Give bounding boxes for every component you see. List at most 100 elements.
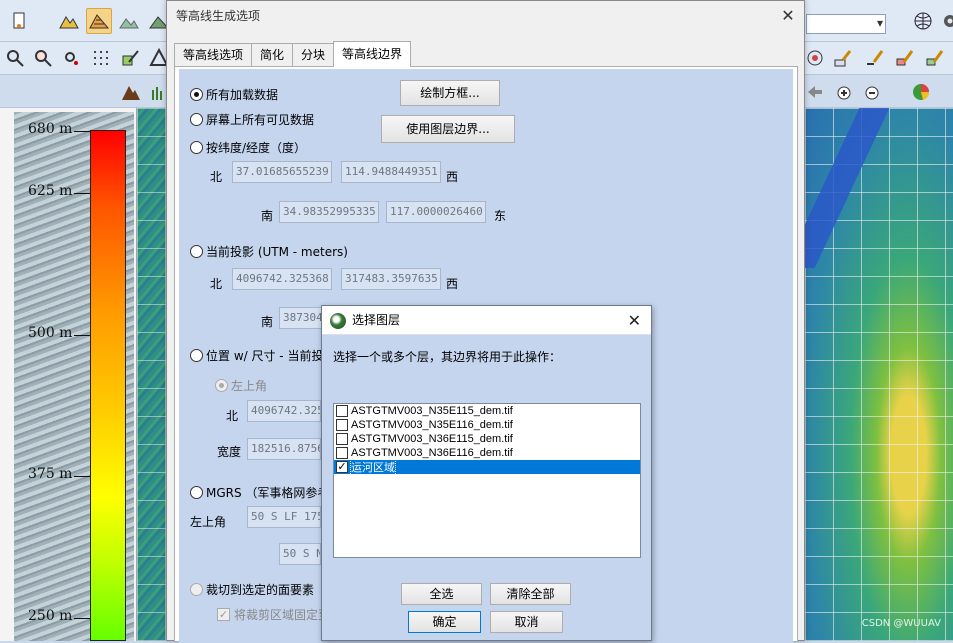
tab-bar: 等高线选项 简化 分块 等高线边界 — [174, 41, 412, 67]
layer-list[interactable]: ASTGTMV003_N35E115_dem.tif ASTGTMV003_N35… — [333, 403, 641, 558]
tab-tiling[interactable]: 分块 — [292, 43, 335, 67]
north-lat-field[interactable]: 37.01685655239 — [232, 161, 332, 183]
west-label: 西 — [446, 170, 459, 184]
east-label: 东 — [494, 209, 507, 223]
clear-all-button[interactable]: 清除全部 — [490, 583, 571, 605]
radio-button[interactable] — [190, 486, 203, 499]
contour-generate-icon[interactable] — [86, 8, 112, 34]
ok-button[interactable]: 确定 — [408, 611, 481, 633]
grid-dots-icon[interactable] — [88, 45, 114, 71]
search-map-icon[interactable] — [30, 45, 56, 71]
radio-button[interactable] — [190, 113, 203, 126]
south-lat-field[interactable]: 34.98352995335 — [279, 201, 379, 223]
option-crop-fixed[interactable]: ✓ 将裁剪区域固定至 — [217, 606, 330, 623]
draw-shape-icon[interactable] — [922, 45, 948, 71]
option-label: 裁切到选定的面要素 — [206, 583, 315, 597]
south-label: 南 — [261, 315, 274, 329]
radio-button[interactable] — [190, 349, 203, 362]
option-all-loaded[interactable]: 所有加载数据 — [190, 86, 278, 103]
instruction-text: 选择一个或多个层，其边界将用于此操作： — [333, 350, 562, 364]
close-icon[interactable]: ✕ — [778, 7, 798, 27]
globe-icon[interactable] — [910, 8, 936, 34]
device-icon[interactable] — [6, 8, 32, 34]
layer-name: ASTGTMV003_N35E115_dem.tif — [351, 405, 513, 417]
tab-simplify[interactable]: 简化 — [251, 43, 294, 67]
zoom-out-map-icon[interactable] — [858, 79, 884, 105]
layer-checkbox[interactable] — [336, 447, 348, 459]
peak-icon[interactable] — [118, 79, 144, 105]
layer-list-item[interactable]: ASTGTMV003_N36E115_dem.tif — [334, 432, 640, 446]
find-point-icon[interactable] — [58, 45, 84, 71]
mgrs-second-field[interactable]: 50 S N — [279, 543, 321, 565]
option-top-left[interactable]: 左上角 — [215, 377, 267, 394]
option-label: 位置 w/ 尺寸 - 当前投 — [206, 349, 324, 363]
layer-name: ASTGTMV003_N36E115_dem.tif — [351, 433, 513, 445]
legend-tick: 375 m — [28, 466, 73, 482]
option-by-latlon[interactable]: 按纬度/经度（度） — [190, 139, 306, 156]
north-label: 北 — [210, 170, 223, 184]
tab-contour-options[interactable]: 等高线选项 — [174, 43, 253, 67]
tab-contour-bounds[interactable]: 等高线边界 — [333, 41, 412, 67]
pencil-grid-icon[interactable] — [830, 45, 856, 71]
cancel-button[interactable]: 取消 — [490, 611, 563, 633]
south-label: 南 — [261, 209, 274, 223]
layer-checkbox[interactable] — [336, 419, 348, 431]
dialog-title-bar: 选择图层 ✕ — [322, 306, 651, 335]
option-all-visible[interactable]: 屏幕上所有可见数据 — [190, 111, 314, 128]
layer-checkbox[interactable] — [336, 405, 348, 417]
dialog-title: 选择图层 — [352, 313, 401, 327]
edit-feature-icon[interactable] — [118, 45, 144, 71]
layer-list-item[interactable]: ✓ 运河区域 — [334, 458, 640, 476]
hills-icon[interactable] — [116, 8, 142, 34]
radio-button[interactable] — [190, 245, 203, 258]
layer-list-item[interactable]: ASTGTMV003_N35E115_dem.tif — [334, 404, 640, 418]
zoom-in-map-icon[interactable] — [830, 79, 856, 105]
option-label: 当前投影 (UTM - meters) — [206, 245, 348, 259]
pie-chart-icon[interactable] — [908, 79, 934, 105]
layer-checkbox[interactable] — [336, 433, 348, 445]
watermark: CSDN @WUUAV — [861, 618, 941, 629]
target-icon[interactable] — [802, 45, 828, 71]
option-current-projection[interactable]: 当前投影 (UTM - meters) — [190, 243, 348, 260]
layer-name: 运河区域 — [350, 458, 396, 476]
option-crop-feature[interactable]: 裁切到选定的面要素 — [190, 581, 314, 598]
legend-tick-mark — [74, 335, 90, 336]
draw-line-icon[interactable] — [862, 45, 888, 71]
gear-icon[interactable] — [937, 8, 953, 34]
option-mgrs[interactable]: MGRS （军事格网参考 — [190, 484, 329, 501]
radio-button[interactable] — [215, 379, 228, 392]
position-width-field[interactable]: 182516.8756 — [247, 438, 321, 460]
north-label: 北 — [210, 277, 223, 291]
legend-tick-mark — [74, 618, 90, 619]
select-all-button[interactable]: 全选 — [401, 583, 482, 605]
legend-tick: 500 m — [28, 325, 73, 341]
utm-west-field[interactable]: 317483.3597635 — [341, 268, 441, 290]
layer-list-item[interactable]: ASTGTMV003_N36E116_dem.tif — [334, 446, 640, 460]
east-lon-field[interactable]: 117.0000026460 — [386, 201, 486, 223]
utm-north-field[interactable]: 4096742.325368 — [232, 268, 332, 290]
zoom-features-icon[interactable] — [2, 45, 28, 71]
layer-checkbox[interactable]: ✓ — [336, 461, 348, 473]
north-label: 北 — [226, 409, 239, 423]
layer-list-item[interactable]: ASTGTMV003_N35E116_dem.tif — [334, 418, 640, 432]
option-position-size[interactable]: 位置 w/ 尺寸 - 当前投 — [190, 347, 323, 364]
radio-button[interactable] — [190, 88, 203, 101]
draw-box-button[interactable]: 绘制方框... — [400, 80, 500, 106]
terrain-icon[interactable] — [56, 8, 82, 34]
draw-area-icon[interactable] — [892, 45, 918, 71]
west-lon-field[interactable]: 114.9488449351 — [341, 161, 441, 183]
option-label: 屏幕上所有可见数据 — [206, 113, 315, 127]
radio-button[interactable] — [190, 141, 203, 154]
back-arrow-icon[interactable] — [802, 79, 828, 105]
west-label: 西 — [446, 277, 459, 291]
close-icon[interactable]: ✕ — [628, 306, 641, 335]
radio-button[interactable] — [190, 583, 203, 596]
checkbox[interactable]: ✓ — [217, 608, 230, 621]
option-label: 将裁剪区域固定至 — [234, 608, 331, 622]
mgrs-top-left-field[interactable]: 50 S LF 1752 — [247, 506, 321, 528]
toolbar-dropdown[interactable] — [806, 14, 886, 34]
use-layer-bounds-button[interactable]: 使用图层边界... — [381, 115, 515, 143]
option-label: MGRS （军事格网参考 — [206, 486, 330, 500]
position-north-field[interactable]: 4096742.325 — [247, 400, 321, 422]
select-layer-dialog: 选择图层 ✕ 选择一个或多个层，其边界将用于此操作： ASTGTMV003_N3… — [321, 305, 652, 641]
